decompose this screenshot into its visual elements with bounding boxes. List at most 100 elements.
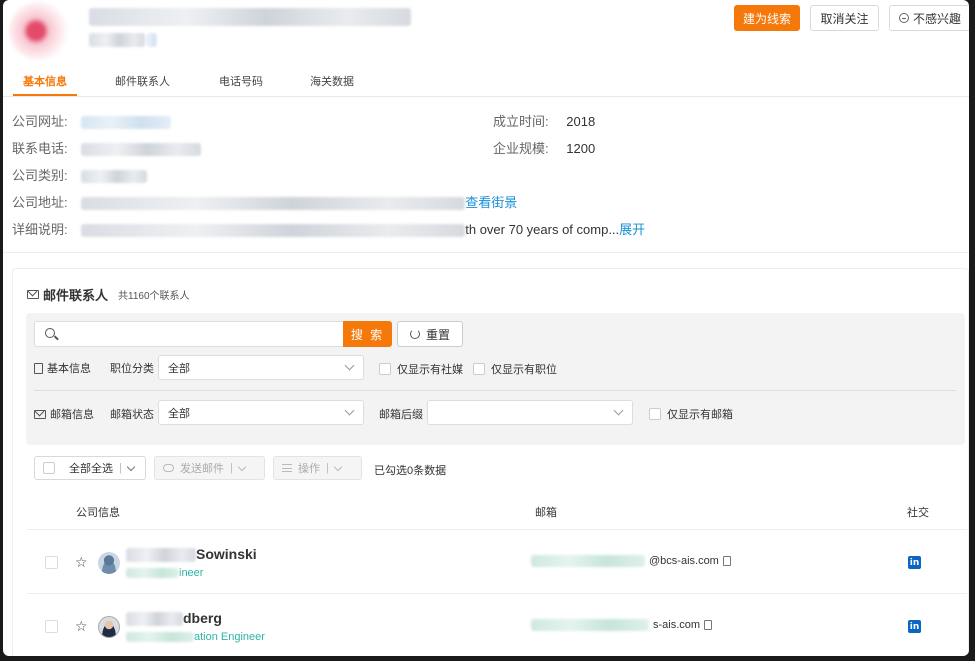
email-info-filter-text: 邮箱信息 xyxy=(50,409,94,421)
filter-divider xyxy=(34,390,956,391)
button-separator: | xyxy=(230,462,233,474)
job-category-label: 职位分类 xyxy=(110,363,154,375)
not-interested-button[interactable]: 不感兴趣 xyxy=(889,5,969,31)
phone-value-blurred xyxy=(81,143,202,157)
star-icon[interactable]: ☆ xyxy=(75,619,88,633)
unfollow-button[interactable]: 取消关注 xyxy=(810,5,879,31)
mail-icon xyxy=(34,409,46,419)
category-label: 公司类别: xyxy=(12,168,68,183)
send-email-button[interactable]: 发送邮件 | xyxy=(154,456,265,480)
linkedin-icon[interactable]: in xyxy=(908,620,921,633)
company-subtitle-blurred xyxy=(89,32,157,47)
column-company-info: 公司信息 xyxy=(76,507,120,519)
actions-button[interactable]: 操作 | xyxy=(273,456,362,480)
email-suffix-label: 邮箱后缀 xyxy=(379,409,423,421)
chevron-down-icon xyxy=(344,405,355,416)
frown-icon xyxy=(898,13,909,23)
contact-job-title: ineer xyxy=(126,567,203,579)
founded-label: 成立时间: xyxy=(493,114,549,129)
search-icon xyxy=(45,328,55,338)
chevron-down-icon xyxy=(237,462,247,471)
column-email: 邮箱 xyxy=(535,507,557,519)
section-divider xyxy=(3,252,969,253)
row-checkbox[interactable] xyxy=(45,620,58,633)
checkbox-box[interactable] xyxy=(379,363,391,375)
select-all-checkbox[interactable] xyxy=(43,462,55,474)
copy-icon[interactable] xyxy=(722,556,731,566)
contact-email-text: s-ais.com xyxy=(653,619,701,631)
address-label: 公司地址: xyxy=(12,195,68,210)
selected-count: 已勾选0条数据 xyxy=(374,465,447,477)
email-suffix-select[interactable] xyxy=(427,400,633,425)
avatar xyxy=(98,552,120,574)
create-lead-button[interactable]: 建为线索 xyxy=(734,5,800,31)
scale-value: 1200 xyxy=(566,141,596,156)
button-separator: | xyxy=(119,462,122,474)
category-value-blurred xyxy=(81,170,148,184)
contact-count: 共1160个联系人 xyxy=(118,291,190,302)
contact-job-text: ation Engineer xyxy=(194,631,265,643)
detail-row: 详细说明: th over 70 years of comp...展开 xyxy=(12,219,645,238)
email-status-value: 全部 xyxy=(168,407,190,420)
refresh-icon xyxy=(409,329,420,339)
search-button[interactable]: 搜 索 xyxy=(343,321,392,347)
only-job-checkbox[interactable]: 仅显示有职位 xyxy=(473,361,557,377)
phone-row: 联系电话: xyxy=(12,138,202,157)
tab-phone-numbers[interactable]: 电话号码 xyxy=(219,73,263,89)
phone-label: 联系电话: xyxy=(12,141,68,156)
document-icon xyxy=(34,362,43,374)
checkbox-box[interactable] xyxy=(649,408,661,420)
not-interested-label: 不感兴趣 xyxy=(912,11,961,26)
only-job-label: 仅显示有职位 xyxy=(491,364,557,376)
button-separator: | xyxy=(326,462,329,474)
address-row: 公司地址: 查看街景 xyxy=(12,192,517,211)
only-social-label: 仅显示有社媒 xyxy=(397,364,463,376)
star-icon[interactable]: ☆ xyxy=(75,555,88,569)
job-category-value: 全部 xyxy=(168,362,190,375)
street-view-link[interactable]: 查看街景 xyxy=(465,195,517,210)
chevron-down-icon xyxy=(613,405,624,416)
table-header-divider xyxy=(27,529,967,530)
website-row: 公司网址: xyxy=(12,111,172,130)
contact-name[interactable]: dberg xyxy=(126,610,222,627)
checkbox-box[interactable] xyxy=(473,363,485,375)
reset-button[interactable]: 重置 xyxy=(397,321,463,347)
select-all-button[interactable]: 全部全选 | xyxy=(34,456,146,480)
list-icon xyxy=(282,464,292,472)
tab-bar: 基本信息 邮件联系人 电话号码 海关数据 xyxy=(3,65,969,97)
row-checkbox[interactable] xyxy=(45,556,58,569)
contact-name[interactable]: Sowinski xyxy=(126,546,257,563)
expand-link[interactable]: 展开 xyxy=(619,222,645,237)
company-name-blurred xyxy=(89,8,411,26)
only-email-checkbox[interactable]: 仅显示有邮箱 xyxy=(649,406,733,422)
detail-label: 详细说明: xyxy=(12,222,68,237)
category-row: 公司类别: xyxy=(12,165,148,184)
email-status-select[interactable]: 全部 xyxy=(158,400,364,425)
scale-row: 企业规模: 1200 xyxy=(493,138,595,157)
panel-title-text: 邮件联系人 xyxy=(43,288,109,303)
company-detail-window: 建为线索 取消关注 不感兴趣 基本信息 邮件联系人 电话号码 海关数据 公司网址… xyxy=(3,0,969,656)
chevron-down-icon xyxy=(333,462,343,471)
job-category-select[interactable]: 全部 xyxy=(158,355,364,380)
row-divider xyxy=(27,593,967,594)
email-status-label: 邮箱状态 xyxy=(110,409,154,421)
contact-name-text: dberg xyxy=(183,610,222,626)
reset-label: 重置 xyxy=(425,327,450,342)
column-social: 社交 xyxy=(907,507,929,519)
copy-icon[interactable] xyxy=(704,620,713,630)
chevron-down-icon xyxy=(126,462,136,471)
tab-customs-data[interactable]: 海关数据 xyxy=(310,73,354,89)
active-tab-indicator xyxy=(13,94,77,96)
only-social-checkbox[interactable]: 仅显示有社媒 xyxy=(379,361,463,377)
scale-label: 企业规模: xyxy=(493,141,549,156)
only-email-label: 仅显示有邮箱 xyxy=(667,409,733,421)
website-value-blurred[interactable] xyxy=(81,116,172,130)
website-label: 公司网址: xyxy=(12,114,68,129)
tab-basic-info[interactable]: 基本信息 xyxy=(23,73,67,89)
cloud-upload-icon xyxy=(163,464,174,472)
founded-row: 成立时间: 2018 xyxy=(493,111,595,130)
linkedin-icon[interactable]: in xyxy=(908,556,921,569)
company-logo xyxy=(9,2,69,60)
tab-email-contacts[interactable]: 邮件联系人 xyxy=(115,73,170,89)
search-input[interactable] xyxy=(34,321,344,347)
